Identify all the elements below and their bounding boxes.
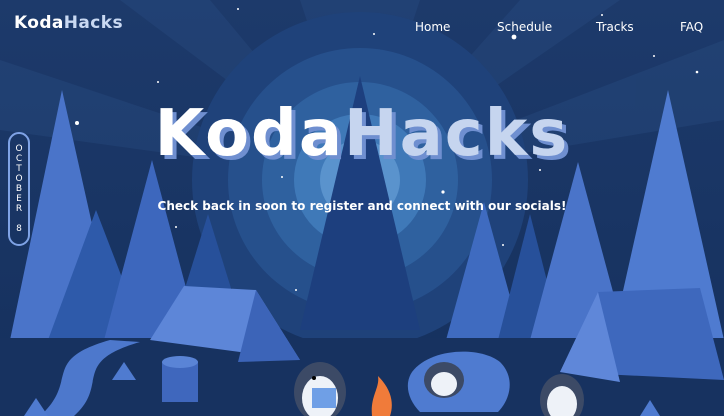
hero-subtitle: Check back in soon to register and conne…: [157, 199, 567, 213]
logo-text-accent: Hacks: [63, 13, 123, 33]
date-badge: OCTOBER 8: [8, 132, 30, 246]
nav-schedule[interactable]: Schedule: [497, 20, 552, 34]
nav-faq[interactable]: FAQ: [680, 20, 703, 34]
site-logo[interactable]: KodaHacks: [14, 13, 123, 33]
date-badge-text: OCTOBER 8: [14, 144, 24, 234]
nav-home[interactable]: Home: [415, 20, 450, 34]
hero-title: KodaHacks: [0, 96, 724, 172]
penguin-middle: [424, 362, 464, 398]
hero-title-part2: Hacks: [344, 97, 570, 171]
logo-text-primary: Koda: [14, 13, 64, 33]
nav-tracks[interactable]: Tracks: [596, 20, 634, 34]
hero-title-part1: Koda: [154, 97, 345, 171]
